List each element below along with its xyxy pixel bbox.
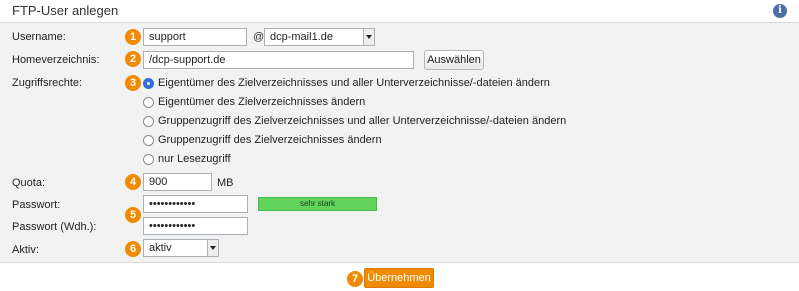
radio-button[interactable] [143, 135, 154, 146]
active-label: Aktiv: [12, 244, 39, 256]
radio-button[interactable] [143, 116, 154, 127]
password-input[interactable] [143, 195, 248, 213]
quota-unit: MB [217, 177, 234, 189]
form-panel: FTP-User anlegen i Username: 1 @ dcp-mai… [0, 0, 799, 263]
step-badge-6: 6 [125, 241, 141, 257]
rights-option-label: Gruppenzugriff des Zielverzeichnisses un… [158, 115, 567, 127]
rights-option-label: nur Lesezugriff [158, 153, 231, 165]
domain-select-value: dcp-mail1.de [270, 31, 333, 43]
username-input[interactable] [143, 28, 247, 46]
rights-option-label: Gruppenzugriff des Zielverzeichnisses än… [158, 134, 382, 146]
info-icon[interactable]: i [773, 4, 787, 18]
at-sign: @ [253, 31, 265, 43]
password-repeat-input[interactable] [143, 217, 248, 235]
rights-option-label: Eigentümer des Zielverzeichnisses ändern [158, 96, 366, 108]
home-label: Homeverzeichnis: [12, 54, 100, 66]
quota-input[interactable] [143, 173, 212, 191]
active-select-value: aktiv [149, 242, 172, 254]
quota-label: Quota: [12, 177, 46, 189]
page-title: FTP-User anlegen [12, 3, 119, 18]
active-select[interactable]: aktiv [143, 239, 219, 257]
step-badge-3: 3 [125, 75, 141, 91]
rights-option-label: Eigentümer des Zielverzeichnisses und al… [158, 77, 550, 89]
radio-button[interactable] [143, 154, 154, 165]
username-label: Username: [12, 31, 66, 43]
password-repeat-label: Passwort (Wdh.): [12, 221, 97, 233]
radio-button-checked[interactable] [143, 78, 154, 89]
domain-select[interactable]: dcp-mail1.de [264, 28, 375, 46]
rights-label: Zugriffsrechte: [12, 77, 83, 89]
step-badge-4: 4 [125, 174, 141, 190]
chevron-down-icon [363, 29, 374, 45]
home-directory-input[interactable] [143, 51, 414, 69]
submit-button[interactable]: Übernehmen [364, 268, 434, 288]
step-badge-5: 5 [125, 207, 141, 223]
step-badge-7: 7 [347, 271, 363, 287]
password-label: Passwort: [12, 199, 61, 211]
browse-button[interactable]: Auswählen [424, 50, 484, 70]
chevron-down-icon [207, 240, 218, 256]
panel-header: FTP-User anlegen i [0, 0, 799, 23]
password-strength-indicator: sehr stark [258, 197, 377, 211]
radio-button[interactable] [143, 97, 154, 108]
step-badge-1: 1 [125, 29, 141, 45]
step-badge-2: 2 [125, 51, 141, 67]
